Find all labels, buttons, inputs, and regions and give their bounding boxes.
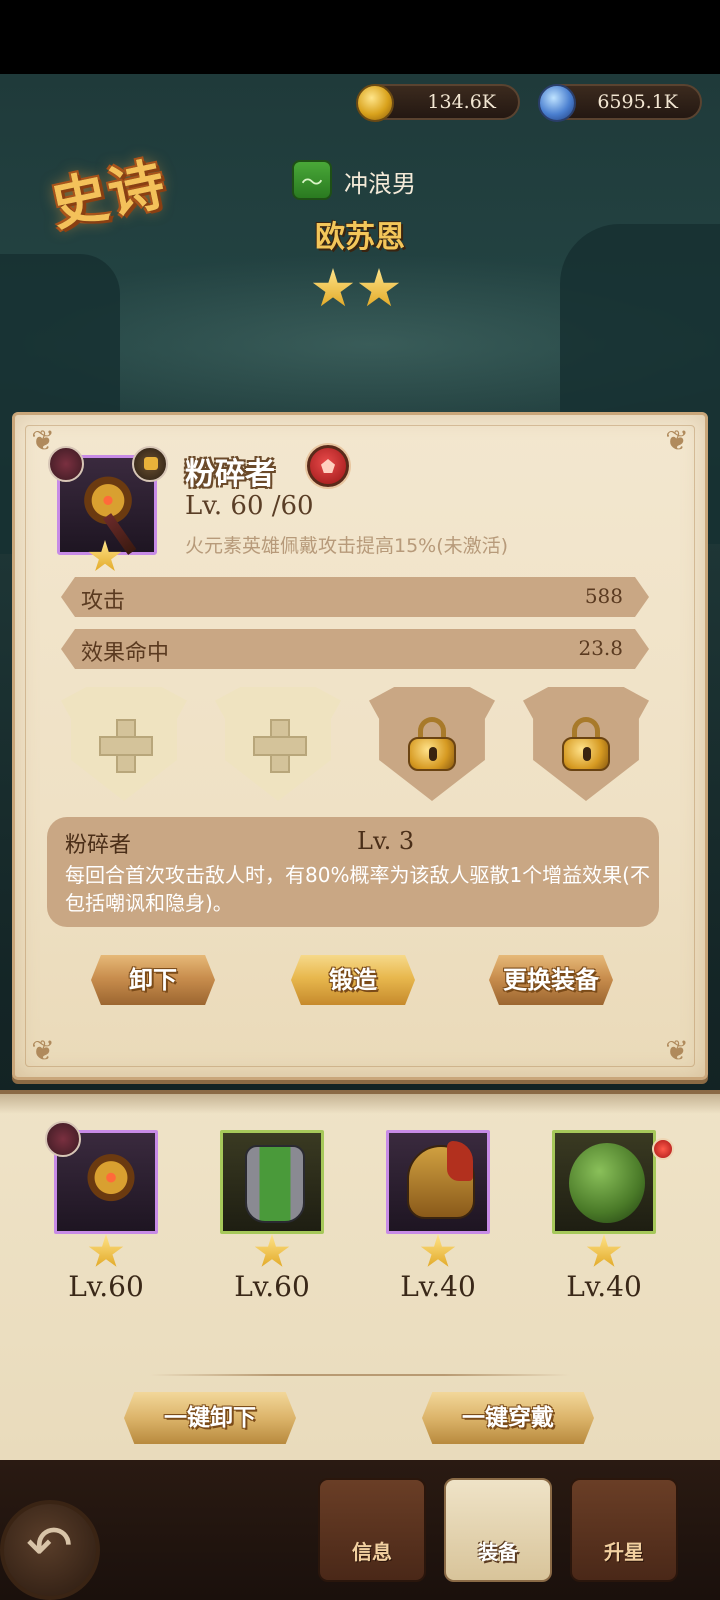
equip-slot-armor[interactable]: Lv.60 — [220, 1130, 324, 1303]
item-portrait[interactable] — [48, 446, 168, 571]
equip-slot-accessory[interactable]: Lv.40 — [552, 1130, 656, 1303]
hero-stars — [312, 268, 412, 312]
notification-dot — [652, 1138, 674, 1160]
star-icon — [358, 268, 400, 307]
equip-slot-helmet[interactable]: Lv.40 — [386, 1130, 490, 1303]
equip-icon — [476, 1488, 524, 1538]
hero-class: 冲浪男 — [344, 170, 416, 198]
star-icon — [88, 1234, 124, 1267]
equip-level: Lv.60 — [68, 1270, 144, 1303]
corner-ornament-icon: ❦ — [665, 1034, 689, 1067]
star-icon — [586, 1234, 622, 1267]
replace-equipment-button[interactable]: 更换装备 — [489, 955, 613, 1005]
padlock-icon — [408, 717, 456, 771]
plus-icon — [253, 719, 307, 773]
stat-label: 效果命中 — [81, 641, 170, 666]
skill-name: 粉碎者 — [65, 833, 132, 858]
equipment-detail-card: ❦ ❦ ❦ ❦ 粉碎者 Lv. 60 /60 火元素英雄佩戴攻击提高15%(未激… — [12, 412, 708, 1080]
faction-icon — [292, 160, 332, 200]
stat-label: 攻击 — [81, 589, 126, 614]
orb-value: 6595.1K — [597, 91, 678, 113]
tab-equip[interactable]: 装备 — [444, 1478, 552, 1582]
back-arrow-icon[interactable] — [0, 1500, 100, 1600]
equip-level: Lv.60 — [234, 1270, 310, 1303]
upgrade-icon — [602, 1488, 650, 1538]
gold-value: 134.6K — [427, 91, 496, 113]
unequip-all-button[interactable]: 一键卸下 — [124, 1392, 296, 1444]
skill-desc: 每回合首次攻击敌人时，有80%概率为该敌人驱散1个增益效果(不包括嘲讽和隐身)。 — [65, 863, 650, 915]
helmet-icon — [407, 1141, 475, 1219]
equip-level: Lv.40 — [566, 1270, 642, 1303]
corner-ornament-icon: ❦ — [31, 1034, 55, 1067]
equip-slot-weapon[interactable]: Lv.60 — [45, 1121, 158, 1303]
fire-element-icon — [307, 445, 349, 487]
padlock-icon — [562, 717, 610, 771]
armor-thumb[interactable] — [220, 1130, 324, 1234]
skill-level: Lv. 3 — [357, 827, 415, 855]
rune-badge-icon — [48, 446, 84, 482]
tab-info[interactable]: 信息 — [318, 1478, 426, 1582]
dragon-egg-icon — [569, 1143, 645, 1223]
weapon-thumb[interactable] — [45, 1121, 158, 1234]
item-name: 粉碎者 — [185, 457, 275, 492]
hero-name: 欧苏恩 — [315, 220, 405, 255]
stat-value: 23.8 — [578, 636, 623, 660]
star-icon — [420, 1234, 456, 1267]
lock-badge-icon[interactable] — [132, 446, 168, 482]
tab-label: 装备 — [478, 1540, 518, 1564]
rune-badge-icon — [45, 1121, 81, 1157]
skill-box: 粉碎者 Lv. 3 每回合首次攻击敌人时，有80%概率为该敌人驱散1个增益效果(… — [47, 817, 659, 927]
stat-row-effect-hit: 效果命中 23.8 — [61, 629, 649, 669]
armor-icon — [245, 1145, 305, 1223]
orb-counter[interactable]: 6595.1K — [538, 84, 702, 122]
ornament-divider — [150, 1364, 570, 1384]
tab-label: 信息 — [352, 1540, 392, 1564]
helmet-thumb[interactable] — [386, 1130, 490, 1234]
forge-button[interactable]: 锻造 — [291, 955, 415, 1005]
item-level: Lv. 60 /60 — [185, 491, 314, 521]
accessory-thumb[interactable] — [552, 1130, 656, 1234]
stat-row-attack: 攻击 588 — [61, 577, 649, 617]
mace-icon — [72, 468, 144, 540]
star-icon — [312, 268, 354, 307]
plus-icon — [99, 719, 153, 773]
mace-icon — [77, 1147, 145, 1215]
star-icon — [254, 1234, 290, 1267]
stat-value: 588 — [584, 584, 623, 608]
status-bar — [0, 0, 720, 74]
equip-level: Lv.40 — [400, 1270, 476, 1303]
blue-orb-icon — [538, 84, 576, 122]
gold-counter[interactable]: 134.6K — [356, 84, 520, 122]
info-icon — [350, 1488, 398, 1538]
item-bonus-desc: 火元素英雄佩戴攻击提高15%(未激活) — [185, 535, 509, 557]
gold-coin-icon — [356, 84, 394, 122]
tab-upgrade[interactable]: 升星 — [570, 1478, 678, 1582]
corner-ornament-icon: ❦ — [665, 424, 689, 457]
tab-label: 升星 — [604, 1540, 644, 1564]
unequip-button[interactable]: 卸下 — [91, 955, 215, 1005]
equip-all-button[interactable]: 一键穿戴 — [422, 1392, 594, 1444]
